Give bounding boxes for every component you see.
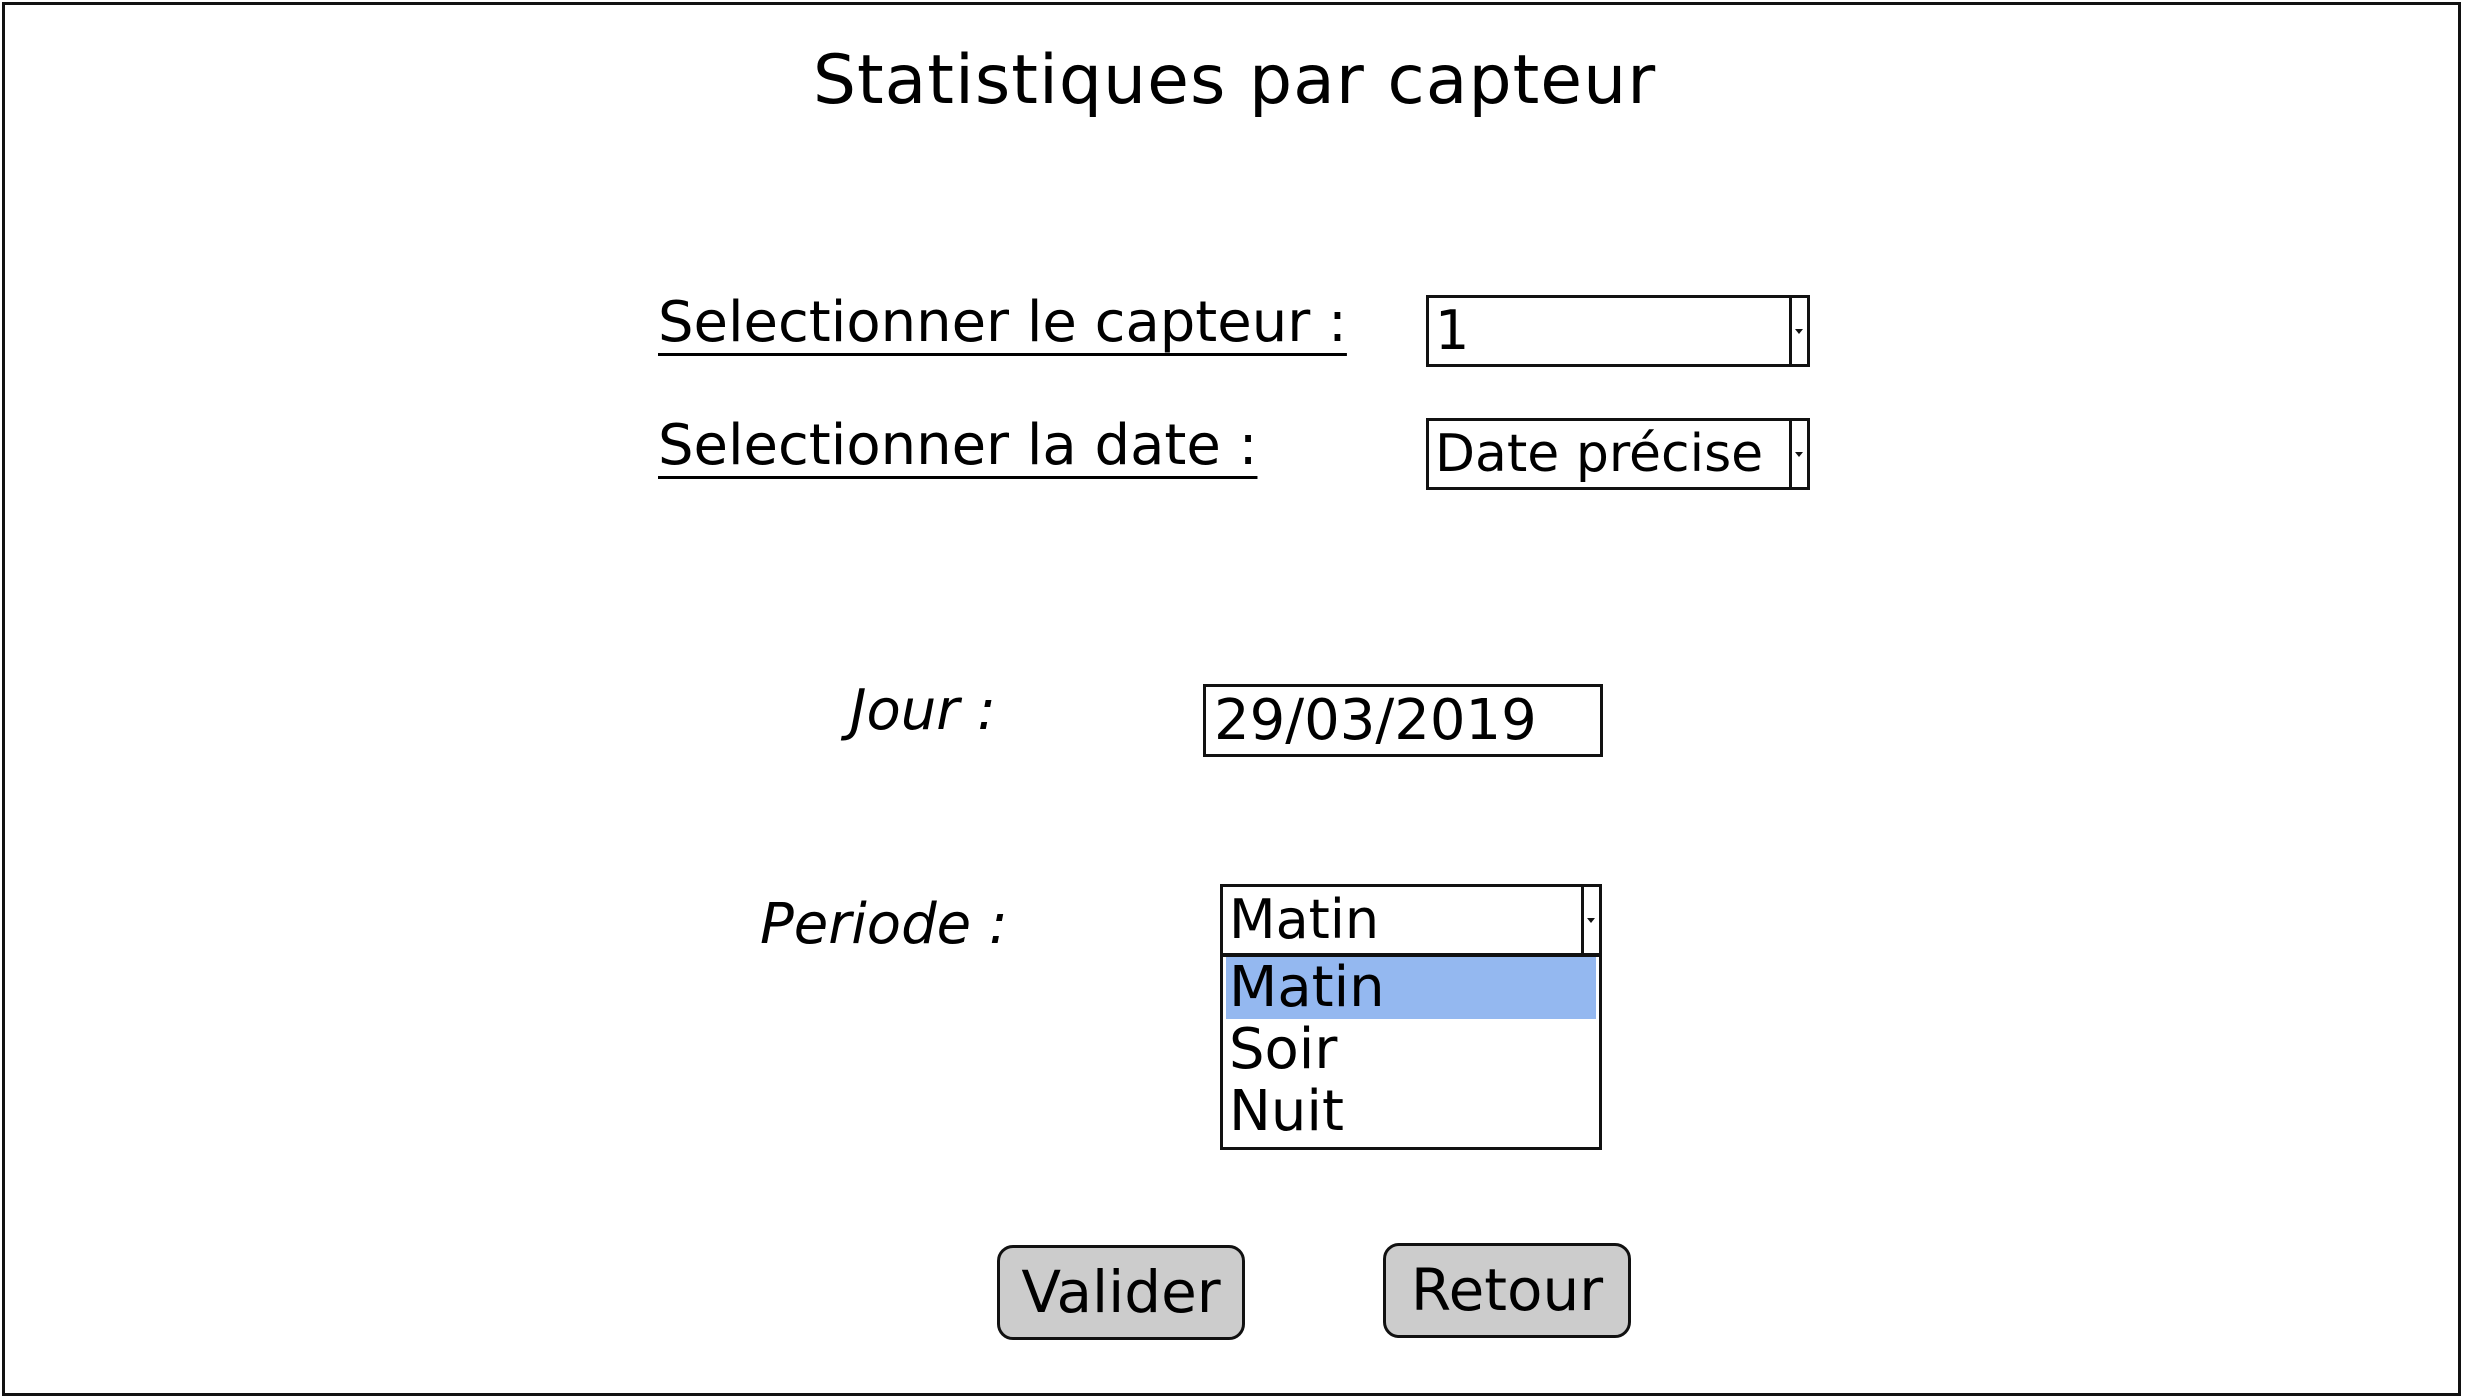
back-button[interactable]: Retour — [1383, 1243, 1631, 1338]
chevron-down-icon — [1795, 452, 1803, 457]
period-option-soir[interactable]: Soir — [1226, 1019, 1596, 1081]
period-option-nuit[interactable]: Nuit — [1226, 1081, 1596, 1143]
period-label: Periode : — [760, 892, 1008, 957]
validate-button[interactable]: Valider — [997, 1245, 1245, 1340]
day-label: Jour : — [850, 678, 996, 743]
date-mode-select-value: Date précise — [1435, 424, 1764, 484]
date-mode-select-toggle[interactable] — [1789, 421, 1807, 487]
chevron-down-icon — [1587, 918, 1595, 923]
page-title: Statistiques par capteur — [812, 41, 1657, 120]
sensor-label: Selectionner le capteur : — [658, 290, 1347, 355]
period-dropdown-list: Matin Soir Nuit — [1220, 954, 1602, 1150]
period-option-matin[interactable]: Matin — [1226, 957, 1596, 1019]
chevron-down-icon — [1795, 329, 1803, 334]
day-input[interactable]: 29/03/2019 — [1203, 684, 1603, 757]
sensor-select-toggle[interactable] — [1789, 298, 1807, 364]
period-select-toggle[interactable] — [1581, 887, 1599, 953]
sensor-select[interactable]: 1 — [1426, 295, 1810, 367]
day-input-value: 29/03/2019 — [1214, 687, 1537, 753]
window-frame: Statistiques par capteur Selectionner le… — [2, 2, 2461, 1396]
date-label: Selectionner la date : — [658, 413, 1258, 478]
period-select-value: Matin — [1229, 888, 1380, 951]
sensor-select-value: 1 — [1435, 299, 1470, 362]
date-mode-select[interactable]: Date précise — [1426, 418, 1810, 490]
period-select[interactable]: Matin — [1220, 884, 1602, 956]
